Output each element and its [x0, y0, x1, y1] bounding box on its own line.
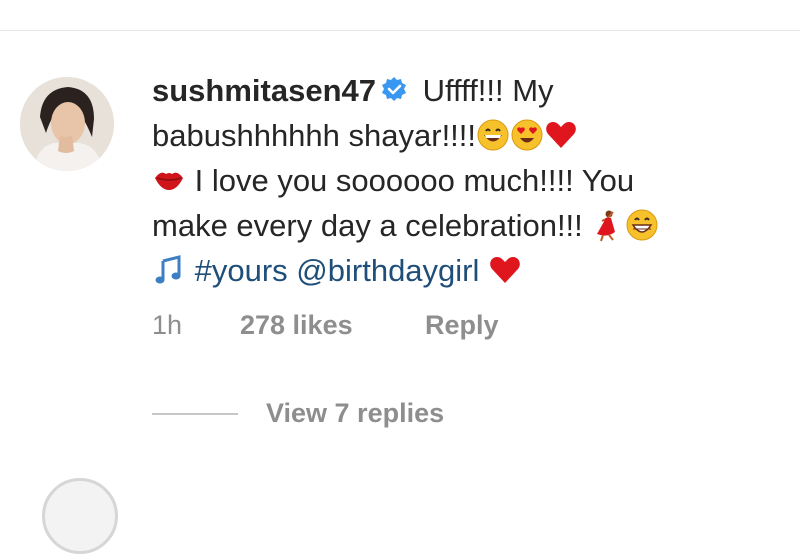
comment-line-1: sushmitasen47 Uffff!!! My	[152, 68, 772, 113]
view-replies-button[interactable]: View 7 replies	[152, 398, 444, 429]
lips-icon	[155, 172, 183, 190]
replies-divider-line	[152, 412, 238, 415]
comment-line-3: I love you soooooo much!!!! You	[152, 158, 772, 203]
avatar-photo	[20, 77, 114, 171]
comment-body: sushmitasen47 Uffff!!! My babushhhhhh sh…	[152, 68, 772, 293]
dancer-icon	[597, 210, 616, 242]
beaming-face-icon	[626, 209, 658, 241]
comment-line-5: #yours @birthdaygirl	[152, 248, 772, 293]
music-note-icon	[155, 255, 181, 284]
comment-text-1: Uffff!!! My	[414, 73, 554, 108]
comment-timestamp: 1h	[152, 310, 183, 340]
mention-link[interactable]: @birthdaygirl	[296, 253, 479, 288]
view-replies-label: View 7 replies	[266, 398, 445, 428]
hashtag-link[interactable]: #yours	[195, 253, 288, 288]
heart-eyes-icon	[511, 119, 543, 151]
comment-line-2: babushhhhhh shayar!!!!	[152, 113, 772, 158]
comment-username[interactable]: sushmitasen47	[152, 73, 376, 108]
reply-button[interactable]: Reply	[425, 310, 499, 341]
verified-badge-icon	[382, 77, 406, 101]
avatar[interactable]	[20, 77, 114, 171]
red-heart-icon	[546, 122, 576, 148]
likes-count[interactable]: 278 likes	[240, 310, 425, 341]
comment-meta: 1h 278 likes Reply	[152, 310, 499, 341]
red-heart-icon	[490, 257, 520, 283]
grinning-face-icon	[477, 119, 509, 151]
next-comment-avatar[interactable]	[42, 478, 118, 554]
comment-line-4: make every day a celebration!!!	[152, 203, 772, 248]
comment-text-2: babushhhhhh shayar!!!!	[152, 118, 477, 153]
comment-text-3: I love you soooooo much!!!! You	[186, 163, 635, 198]
comment-text-4: make every day a celebration!!!	[152, 208, 592, 243]
top-divider	[0, 30, 800, 31]
